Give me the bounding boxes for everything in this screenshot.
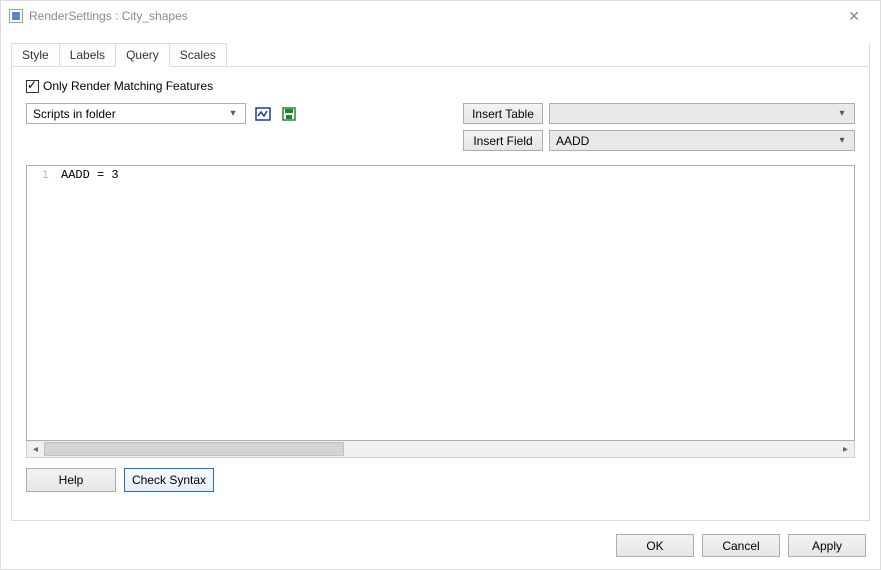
controls-row: Scripts in folder ▾ xyxy=(26,103,855,151)
chevron-down-icon: ▾ xyxy=(225,108,241,119)
scroll-right-icon[interactable]: ▸ xyxy=(837,441,854,457)
tab-label: Query xyxy=(126,48,159,62)
checkbox-label: Only Render Matching Features xyxy=(43,79,213,93)
chevron-down-icon: ▾ xyxy=(834,135,850,146)
tab-bar: Style Labels Query Scales xyxy=(11,43,226,67)
button-label: Insert Field xyxy=(473,134,532,148)
dialog-footer: OK Cancel Apply xyxy=(616,534,866,557)
cancel-button[interactable]: Cancel xyxy=(702,534,780,557)
insert-table-dropdown[interactable]: ▾ xyxy=(549,103,855,124)
insert-table-button[interactable]: Insert Table xyxy=(463,103,543,124)
open-script-icon[interactable] xyxy=(254,105,272,123)
tab-scales[interactable]: Scales xyxy=(169,43,227,67)
scroll-thumb[interactable] xyxy=(44,442,344,456)
button-label: Cancel xyxy=(722,539,759,553)
button-label: Help xyxy=(59,473,84,487)
editor-buttons: Help Check Syntax xyxy=(26,468,855,492)
line-gutter: 1 xyxy=(27,166,55,440)
scroll-left-icon[interactable]: ◂ xyxy=(27,441,44,457)
button-label: Check Syntax xyxy=(132,473,206,487)
button-label: OK xyxy=(646,539,663,553)
close-icon[interactable]: ✕ xyxy=(834,2,874,30)
save-script-icon[interactable] xyxy=(280,105,298,123)
insert-field-dropdown[interactable]: AADD ▾ xyxy=(549,130,855,151)
insert-column: Insert Table ▾ Insert Field AADD ▾ xyxy=(463,103,855,151)
button-label: Insert Table xyxy=(472,107,534,121)
code-content[interactable]: AADD = 3 xyxy=(57,166,854,440)
tab-label: Style xyxy=(22,48,49,62)
code-editor[interactable]: 1 AADD = 3 xyxy=(26,165,855,441)
dialog-body: Only Render Matching Features Scripts in… xyxy=(11,43,870,521)
only-render-matching-checkbox[interactable]: Only Render Matching Features xyxy=(26,79,855,93)
help-button[interactable]: Help xyxy=(26,468,116,492)
insert-field-button[interactable]: Insert Field xyxy=(463,130,543,151)
chevron-down-icon: ▾ xyxy=(834,108,850,119)
code-editor-area: 1 AADD = 3 ◂ ▸ xyxy=(26,165,855,458)
dropdown-label: Scripts in folder xyxy=(33,107,225,121)
button-label: Apply xyxy=(812,539,842,553)
dropdown-value: AADD xyxy=(556,134,834,148)
query-tab-content: Only Render Matching Features Scripts in… xyxy=(12,67,869,520)
tab-label: Labels xyxy=(70,48,105,62)
tab-query[interactable]: Query xyxy=(115,43,170,67)
app-icon xyxy=(9,9,23,23)
editor-horizontal-scrollbar[interactable]: ◂ ▸ xyxy=(26,441,855,458)
tab-label: Scales xyxy=(180,48,216,62)
line-number: 1 xyxy=(42,168,49,182)
apply-button[interactable]: Apply xyxy=(788,534,866,557)
ok-button[interactable]: OK xyxy=(616,534,694,557)
scripts-dropdown[interactable]: Scripts in folder ▾ xyxy=(26,103,246,124)
check-syntax-button[interactable]: Check Syntax xyxy=(124,468,214,492)
window-title: RenderSettings : City_shapes xyxy=(29,9,834,23)
render-settings-dialog: RenderSettings : City_shapes ✕ Style Lab… xyxy=(0,0,881,570)
tab-style[interactable]: Style xyxy=(11,43,60,67)
titlebar: RenderSettings : City_shapes ✕ xyxy=(1,1,880,31)
tab-labels[interactable]: Labels xyxy=(59,43,116,67)
checkbox-icon xyxy=(26,80,39,93)
